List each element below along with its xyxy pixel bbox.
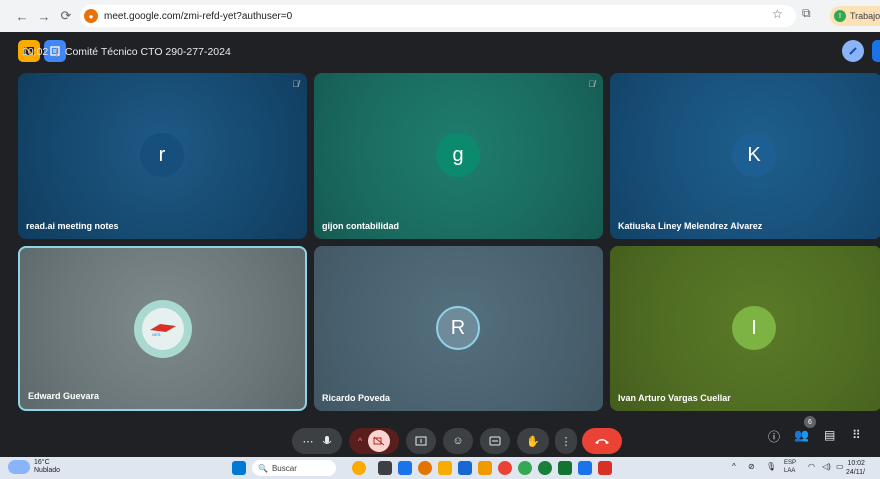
acrobat-icon[interactable] — [598, 461, 612, 475]
people-count-badge: 6 — [804, 416, 816, 428]
url-text: meet.google.com/zmi-refd-yet?authuser=0 — [104, 10, 293, 22]
effects-icon[interactable] — [842, 40, 864, 62]
meeting-title: Comité Técnico CTO 290-277-2024 — [64, 46, 231, 58]
participant-tile[interactable]: R Ricardo Poveda — [314, 246, 603, 411]
chrome-icon[interactable] — [498, 461, 512, 475]
captions-icon — [489, 436, 501, 446]
clock-time: 10:02 — [847, 460, 865, 467]
notifications-muted-icon[interactable]: ⊘ — [748, 462, 755, 471]
raise-hand-button[interactable]: ✋ — [517, 428, 549, 454]
meeting-time: 10:02 — [22, 46, 49, 58]
company-logo-icon: GES — [142, 308, 184, 350]
camera-control[interactable]: ^ — [349, 428, 399, 454]
lang-bottom: LAA — [784, 468, 796, 474]
address-bar[interactable]: ● meet.google.com/zmi-refd-yet?authuser=… — [80, 5, 796, 27]
participant-tile-active-speaker[interactable]: GES Edward Guevara — [18, 246, 307, 411]
task-view-icon[interactable] — [378, 461, 392, 475]
meet-stage: 🎙̸ r read.ai meeting notes 🎙̸ g gijon co… — [0, 32, 880, 457]
chevron-up-icon[interactable]: ^ — [358, 436, 362, 446]
emoji-icon: ☺ — [452, 435, 464, 447]
camera-off-icon[interactable] — [368, 430, 391, 452]
participant-name: Ricardo Poveda — [322, 393, 391, 403]
extensions-icon[interactable]: ⧉ — [802, 6, 811, 21]
volume-icon[interactable]: ◁) — [822, 462, 831, 471]
profile-avatar: I — [834, 10, 846, 22]
back-icon[interactable]: ← — [12, 6, 32, 26]
meeting-info: 10:02 | Comité Técnico CTO 290-277-2024 — [22, 46, 231, 58]
profile-label: Trabajo — [850, 11, 880, 21]
forward-icon[interactable]: → — [34, 6, 54, 26]
mic-icon — [322, 436, 331, 444]
search-placeholder: Buscar — [271, 463, 297, 473]
present-screen-icon — [415, 436, 427, 446]
photos-icon[interactable] — [418, 461, 432, 475]
end-call-button[interactable] — [582, 428, 622, 454]
participant-tile[interactable]: I Ivan Arturo Vargas Cuellar — [610, 246, 880, 411]
participant-name: gijon contabilidad — [322, 221, 399, 231]
cloud-icon — [8, 460, 30, 474]
language-indicator[interactable]: ESP LAA — [784, 459, 796, 475]
weather-widget[interactable]: 16°C Nublado — [8, 459, 60, 475]
avatar: K — [732, 133, 776, 177]
tray-chevron-icon[interactable]: ^ — [732, 462, 736, 471]
battery-icon[interactable]: ▭ — [836, 462, 844, 471]
present-button[interactable] — [406, 428, 436, 454]
lang-top: ESP — [784, 460, 797, 466]
word-icon[interactable] — [578, 461, 592, 475]
emoji-button[interactable]: ☺ — [443, 428, 473, 454]
reload-icon[interactable]: ⟳ — [56, 6, 76, 26]
temperature: 16°C — [34, 459, 50, 466]
participant-name: Katiuska Liney Melendrez Alvarez — [618, 221, 763, 231]
muted-mic-icon: 🎙̸ — [292, 79, 299, 89]
avatar: GES — [134, 300, 192, 358]
participant-name: read.ai meeting notes — [26, 221, 119, 231]
muted-mic-icon: 🎙̸ — [588, 79, 595, 89]
participant-name: Ivan Arturo Vargas Cuellar — [618, 393, 731, 403]
taskbar-search[interactable]: 🔍 Buscar — [252, 460, 336, 476]
browser-toolbar: ← → ⟳ ● meet.google.com/zmi-refd-yet?aut… — [0, 0, 880, 32]
more-options-button[interactable]: ⋮ — [555, 428, 577, 454]
file-explorer-icon[interactable] — [438, 461, 452, 475]
meeting-details-icon[interactable]: ⓘ — [768, 428, 780, 445]
store-icon[interactable] — [458, 461, 472, 475]
site-info-icon[interactable]: ● — [84, 9, 98, 23]
mic-tray-icon[interactable]: 🎙 — [766, 462, 776, 471]
clock-date: 24/11/ — [846, 469, 865, 476]
activities-icon[interactable]: ⠿ — [852, 428, 861, 442]
participant-tile[interactable]: 🎙̸ r read.ai meeting notes — [18, 73, 307, 239]
weather-condition: Nublado — [34, 467, 61, 474]
windows-start-icon[interactable] — [232, 461, 246, 475]
system-clock[interactable]: 10:02 24/11/ — [846, 459, 865, 477]
wifi-icon[interactable]: ◠ — [808, 462, 815, 471]
app-icon[interactable] — [478, 461, 492, 475]
profile-button[interactable]: I Trabajo — [830, 6, 880, 26]
avatar: R — [436, 306, 480, 350]
avatar: r — [140, 133, 184, 177]
chat-icon[interactable]: ▤ — [824, 428, 835, 442]
copilot-icon[interactable] — [352, 461, 366, 475]
participant-tile[interactable]: K Katiuska Liney Melendrez Alvarez — [610, 73, 880, 239]
participant-tile[interactable]: 🎙̸ g gijon contabilidad — [314, 73, 603, 239]
phone-hangup-icon — [595, 439, 609, 444]
svg-text:GES: GES — [152, 332, 161, 337]
participant-name: Edward Guevara — [28, 391, 100, 401]
bookmark-star-icon[interactable]: ☆ — [772, 7, 783, 21]
avatar: g — [436, 133, 480, 177]
teams-icon[interactable] — [398, 461, 412, 475]
more-audio-icon[interactable]: ⋯ — [303, 435, 314, 448]
account-icon[interactable] — [872, 40, 880, 62]
separator: | — [55, 46, 58, 58]
captions-button[interactable] — [480, 428, 510, 454]
os-taskbar: 16°C Nublado 🔍 Buscar ^ ⊘ 🎙 ESP LAA ◠ ◁)… — [0, 457, 880, 479]
search-icon: 🔍 — [258, 463, 268, 473]
chrome-profile-icon[interactable] — [538, 461, 552, 475]
excel-icon[interactable] — [558, 461, 572, 475]
hand-icon: ✋ — [526, 435, 540, 448]
more-vert-icon: ⋮ — [560, 435, 572, 448]
mic-control[interactable]: ⋯ — [292, 428, 342, 454]
avatar: I — [732, 306, 776, 350]
people-icon[interactable]: 👥 — [794, 428, 809, 442]
whatsapp-icon[interactable] — [518, 461, 532, 475]
